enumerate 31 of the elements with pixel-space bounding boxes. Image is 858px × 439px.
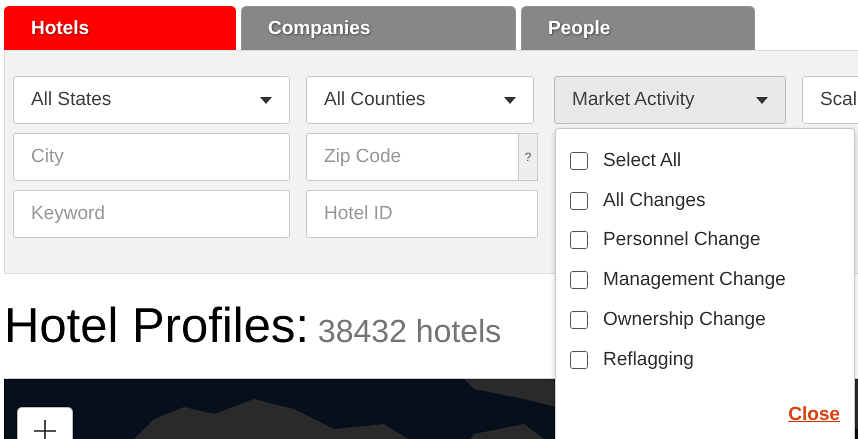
caret-icon	[260, 96, 272, 104]
close-link[interactable]: Close	[788, 404, 840, 426]
checkbox-option[interactable]: Reflagging	[570, 340, 840, 380]
select-dropdown[interactable]: Scal	[802, 76, 858, 124]
checkbox-option[interactable]: Management Change	[570, 260, 840, 300]
tab[interactable]: Companies	[241, 6, 516, 50]
input-field[interactable]: Zip Code	[306, 133, 519, 181]
checkbox-option[interactable]: All Changes	[570, 180, 840, 221]
input-field[interactable]: Keyword	[13, 190, 290, 238]
checkbox-option[interactable]: Ownership Change	[570, 300, 840, 340]
plus-icon	[34, 420, 56, 439]
checkbox[interactable]	[570, 231, 588, 250]
select-dropdown[interactable]: Market Activity	[554, 76, 786, 124]
caret-icon	[756, 96, 768, 104]
hotel-count: 38432 hotels	[318, 313, 502, 349]
caret-icon	[504, 96, 516, 104]
select-dropdown[interactable]: All Counties	[306, 76, 534, 124]
input-field[interactable]: Hotel ID	[306, 190, 538, 238]
checkbox[interactable]	[570, 311, 588, 330]
checkbox[interactable]	[570, 192, 588, 210]
checkbox[interactable]	[570, 350, 588, 369]
input-field[interactable]: City	[13, 133, 290, 181]
tab[interactable]: Hotels	[4, 6, 236, 50]
checkbox-option[interactable]: Personnel Change	[570, 220, 840, 260]
select-dropdown[interactable]: All States	[13, 76, 290, 124]
checkbox[interactable]	[570, 271, 588, 290]
checkbox[interactable]	[570, 152, 588, 170]
help-addon[interactable]: ?	[519, 133, 538, 181]
page-title: Hotel Profiles:	[4, 299, 310, 353]
checkbox-option[interactable]: Select All	[570, 141, 840, 181]
tab[interactable]: People	[521, 6, 755, 50]
